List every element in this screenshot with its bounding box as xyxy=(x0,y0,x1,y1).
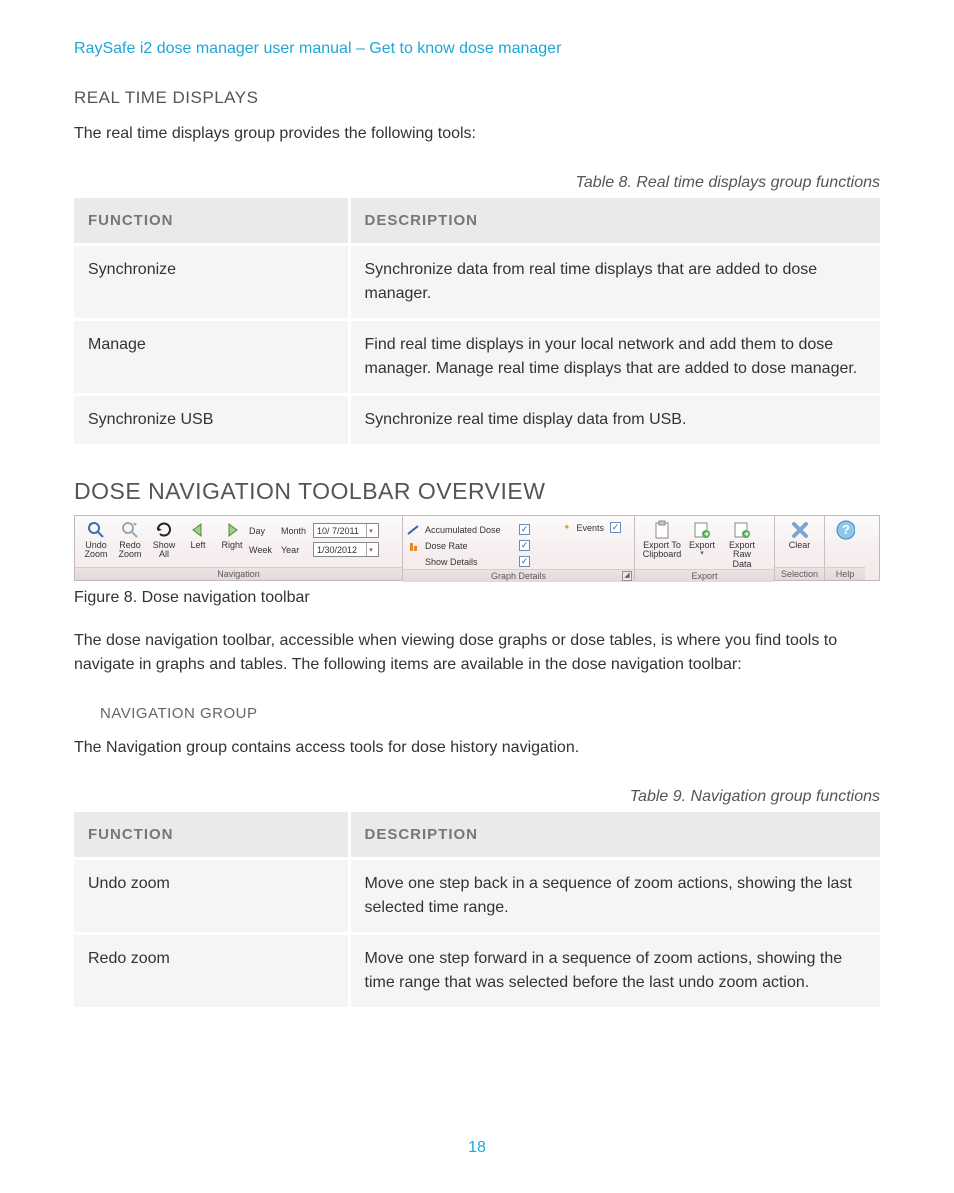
week-button[interactable]: Week xyxy=(249,545,279,555)
bar-icon xyxy=(407,540,419,552)
help-icon: ? xyxy=(835,520,855,540)
svg-text:?: ? xyxy=(842,522,850,537)
chevron-down-icon: ▾ xyxy=(700,550,704,557)
arrow-right-icon xyxy=(222,520,242,540)
page-number: 18 xyxy=(0,1139,954,1157)
heading-real-time-displays: REAL TIME DISPLAYS xyxy=(74,88,880,108)
col-description: DESCRIPTION xyxy=(349,812,880,859)
star-icon: ✦ xyxy=(563,522,571,533)
ribbon-group-navigation: Undo Zoom Redo Zoom Show All xyxy=(75,516,403,580)
group-title-help: Help xyxy=(825,567,865,580)
table-row: Synchronize USB Synchronize real time di… xyxy=(74,395,880,445)
right-button[interactable]: Right xyxy=(215,518,249,550)
ribbon-group-selection: Clear Selection xyxy=(775,516,825,580)
start-date-picker[interactable]: 10/ 7/2011 ▾ xyxy=(313,523,379,538)
events-checkbox[interactable]: ✓ xyxy=(610,522,621,533)
export-button[interactable]: Export ▾ xyxy=(685,518,719,558)
clear-icon xyxy=(790,520,810,540)
heading-dose-nav-overview: DOSE NAVIGATION TOOLBAR OVERVIEW xyxy=(74,478,880,505)
table-rtd-functions: FUNCTION DESCRIPTION Synchronize Synchro… xyxy=(74,198,880,444)
dialog-launcher-icon[interactable]: ◢ xyxy=(622,571,632,581)
clear-button[interactable]: Clear xyxy=(779,518,820,550)
group-title-navigation: Navigation xyxy=(75,567,402,580)
help-button[interactable]: ? xyxy=(829,518,861,541)
year-button[interactable]: Year xyxy=(281,545,311,555)
col-description: DESCRIPTION xyxy=(349,198,880,245)
show-details-checkbox[interactable]: ✓ xyxy=(519,556,530,567)
dose-rate-checkbox[interactable]: ✓ xyxy=(519,540,530,551)
rtd-intro-text: The real time displays group provides th… xyxy=(74,122,880,146)
breadcrumb: RaySafe i2 dose manager user manual – Ge… xyxy=(74,40,880,58)
events-label: Events xyxy=(577,523,605,533)
redo-zoom-icon xyxy=(120,520,140,540)
undo-zoom-icon xyxy=(86,520,106,540)
table-row: Manage Find real time displays in your l… xyxy=(74,320,880,395)
col-function: FUNCTION xyxy=(74,812,349,859)
show-all-button[interactable]: Show All xyxy=(147,518,181,560)
arrow-left-icon xyxy=(188,520,208,540)
col-function: FUNCTION xyxy=(74,198,349,245)
table-row: Undo zoom Move one step back in a sequen… xyxy=(74,859,880,934)
ribbon-group-help: ? Help xyxy=(825,516,865,580)
heading-navigation-group: NAVIGATION GROUP xyxy=(100,705,880,722)
day-button[interactable]: Day xyxy=(249,526,279,536)
table-nav-functions: FUNCTION DESCRIPTION Undo zoom Move one … xyxy=(74,812,880,1007)
table-row: Redo zoom Move one step forward in a seq… xyxy=(74,934,880,1008)
chevron-down-icon: ▾ xyxy=(366,524,375,537)
group-title-selection: Selection xyxy=(775,567,824,580)
redo-zoom-button[interactable]: Redo Zoom xyxy=(113,518,147,560)
export-raw-icon xyxy=(732,520,752,540)
group-title-graph-details: Graph Details ◢ xyxy=(403,569,634,582)
table8-caption: Table 8. Real time displays group functi… xyxy=(74,174,880,192)
table-row: Synchronize Synchronize data from real t… xyxy=(74,245,880,320)
overview-body-text: The dose navigation toolbar, accessible … xyxy=(74,629,880,677)
export-raw-data-button[interactable]: Export Raw Data xyxy=(719,518,765,569)
ribbon-group-graph-details: Accumulated Dose ✓ Dose Rate ✓ Show Deta… xyxy=(403,516,635,580)
dose-navigation-toolbar: Undo Zoom Redo Zoom Show All xyxy=(74,515,880,581)
accumulated-dose-label: Accumulated Dose xyxy=(425,525,515,535)
figure8-caption: Figure 8. Dose navigation toolbar xyxy=(74,589,880,607)
show-details-label: Show Details xyxy=(425,557,515,567)
accumulated-dose-checkbox[interactable]: ✓ xyxy=(519,524,530,535)
export-to-clipboard-button[interactable]: Export To Clipboard xyxy=(639,518,685,560)
end-date-picker[interactable]: 1/30/2012 ▾ xyxy=(313,542,379,557)
group-title-export: Export xyxy=(635,569,774,582)
refresh-icon xyxy=(154,520,174,540)
month-button[interactable]: Month xyxy=(281,526,311,536)
left-button[interactable]: Left xyxy=(181,518,215,550)
clipboard-icon xyxy=(652,520,672,540)
line-icon xyxy=(407,524,419,536)
dose-rate-label: Dose Rate xyxy=(425,541,515,551)
undo-zoom-button[interactable]: Undo Zoom xyxy=(79,518,113,560)
chevron-down-icon: ▾ xyxy=(366,543,375,556)
nav-group-intro: The Navigation group contains access too… xyxy=(74,736,880,760)
export-icon xyxy=(692,520,712,540)
time-range-selector: Day Month 10/ 7/2011 ▾ Week Year 1/30/20… xyxy=(249,518,379,558)
table9-caption: Table 9. Navigation group functions xyxy=(74,788,880,806)
ribbon-group-export: Export To Clipboard Export ▾ Export Raw … xyxy=(635,516,775,580)
